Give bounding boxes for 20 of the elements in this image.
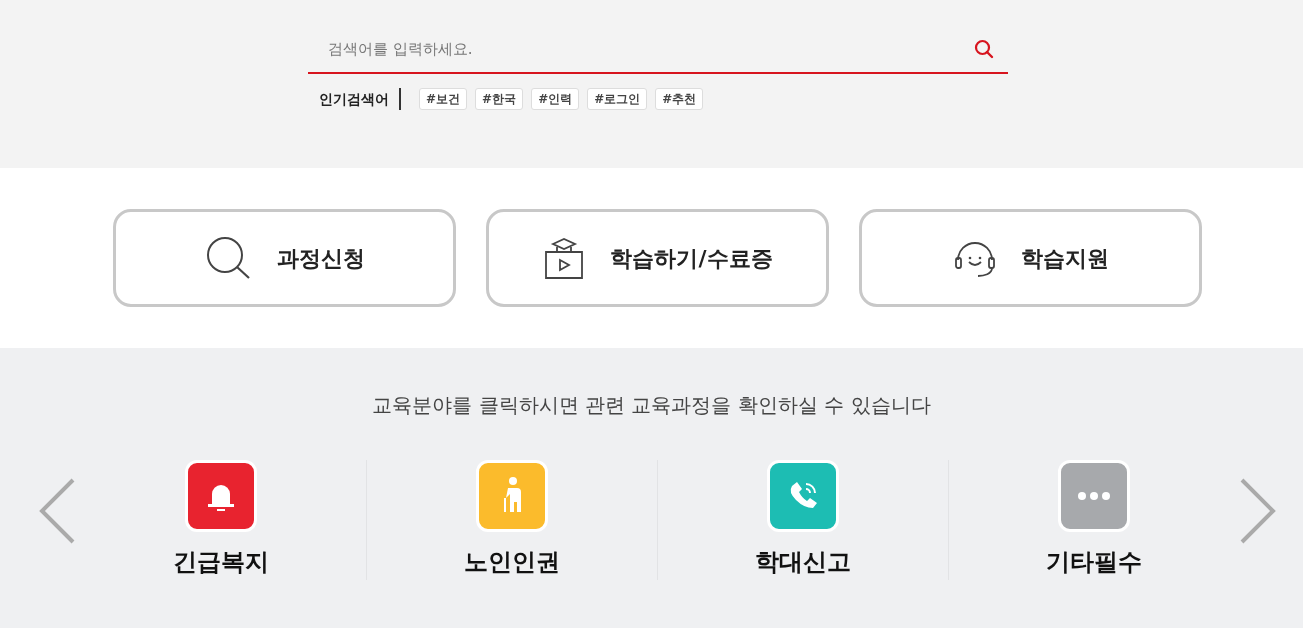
- popular-tag[interactable]: #보건: [419, 88, 468, 110]
- popular-tag[interactable]: #인력: [531, 88, 580, 110]
- category-label[interactable]: 기타필수: [1046, 544, 1142, 580]
- category-tile[interactable]: [767, 460, 839, 532]
- category-label[interactable]: 학대신고: [755, 544, 851, 580]
- category-tile[interactable]: [185, 460, 257, 532]
- popular-tag[interactable]: #추천: [655, 88, 704, 110]
- intro-text: 교육분야를 클릭하시면 관련 교육과정을 확인하실 수 있습니다: [371, 392, 932, 419]
- popular-searches-label: 인기검색어: [319, 88, 401, 110]
- quick-link-button[interactable]: 학습지원: [859, 209, 1202, 307]
- category-tile[interactable]: [1058, 460, 1130, 532]
- search-icon[interactable]: [974, 39, 994, 59]
- category-label[interactable]: 노인인권: [464, 544, 560, 580]
- quick-link-button[interactable]: 과정신청: [113, 209, 456, 307]
- quick-link-button[interactable]: 학습하기/수료증: [486, 209, 829, 307]
- category-tile[interactable]: [476, 460, 548, 532]
- category-label[interactable]: 긴급복지: [173, 544, 269, 580]
- search-field[interactable]: 검색어를 입력하세요.: [328, 37, 974, 61]
- popular-tag[interactable]: #로그인: [587, 88, 648, 110]
- popular-tag[interactable]: #한국: [475, 88, 524, 110]
